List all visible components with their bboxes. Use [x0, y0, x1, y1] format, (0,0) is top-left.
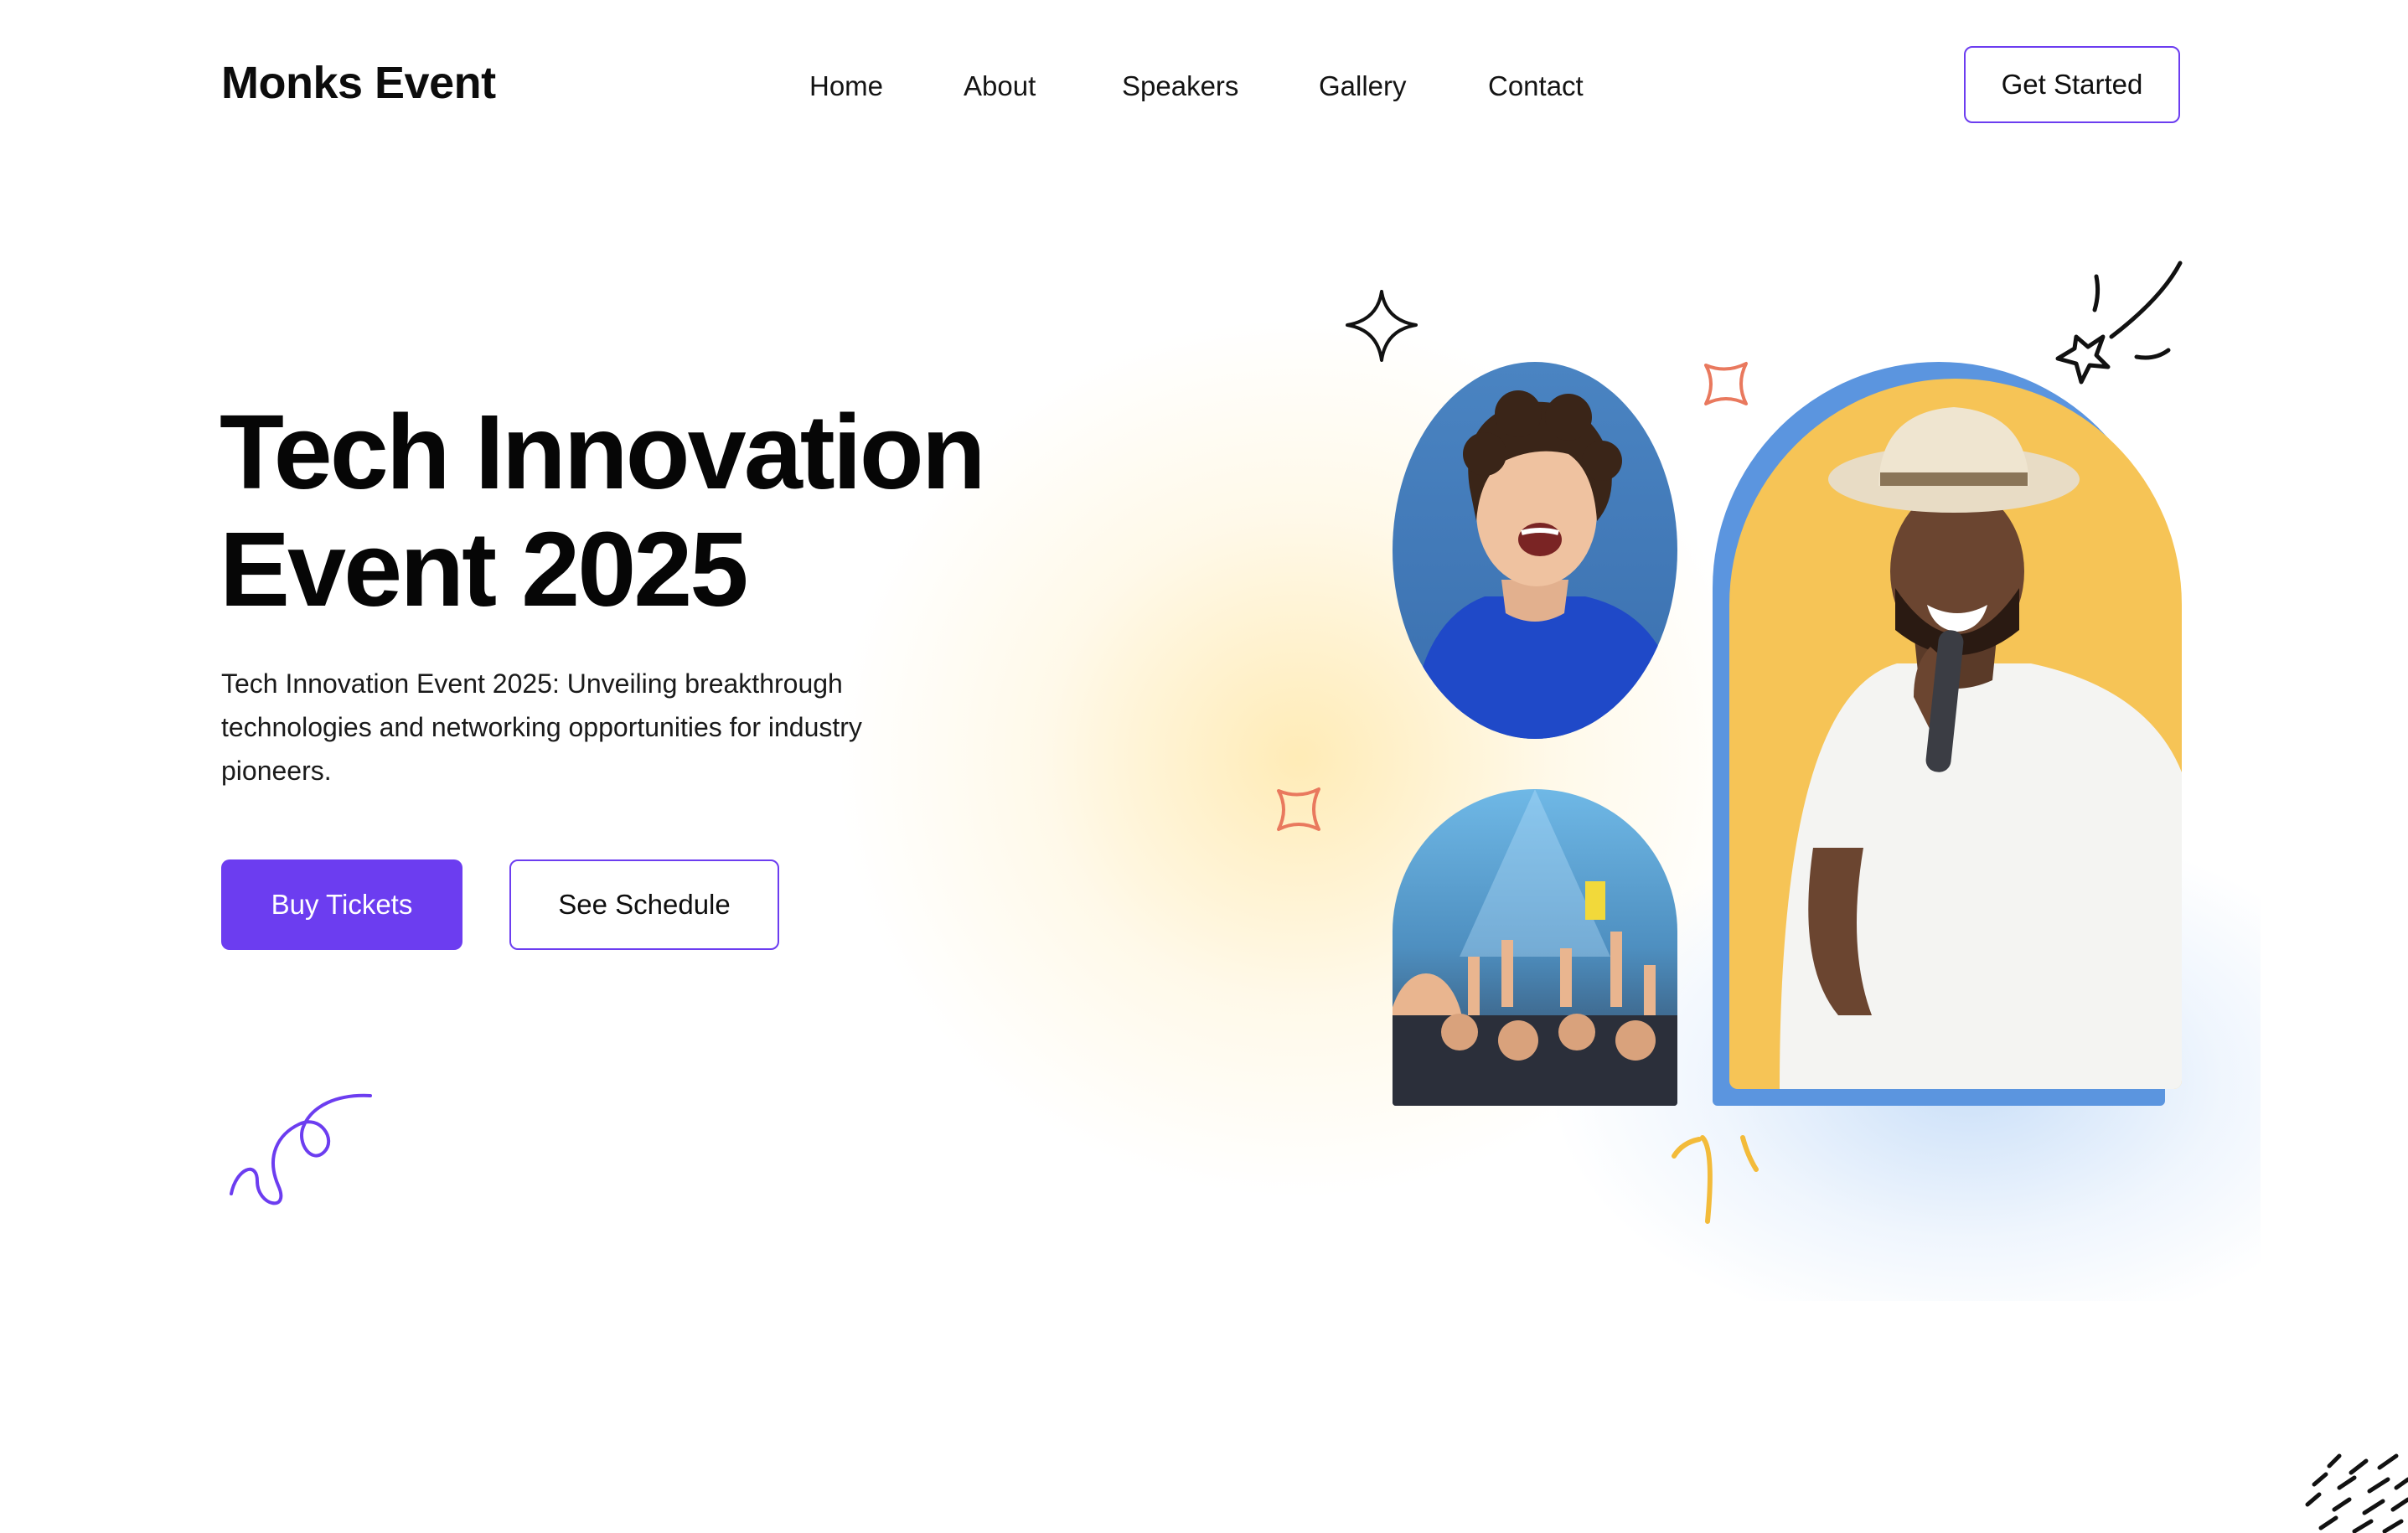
squiggle-icon [230, 1093, 372, 1205]
dash-pattern-icon [2305, 1453, 2408, 1533]
sparkle-orange-icon [1277, 787, 1320, 831]
speaker-photo-arch [1729, 379, 2182, 1089]
logo[interactable]: Monks Event [221, 57, 496, 109]
nav-home[interactable]: Home [809, 70, 883, 102]
hero-title: Tech Innovation Event 2025 [220, 393, 986, 628]
sparkle-outline-icon [1346, 290, 1418, 362]
nav-contact[interactable]: Contact [1488, 70, 1584, 102]
see-schedule-button[interactable]: See Schedule [509, 859, 779, 950]
nav-speakers[interactable]: Speakers [1122, 70, 1238, 102]
hero-description: Tech Innovation Event 2025: Unveiling br… [221, 668, 862, 786]
speaker-photo-oval [1393, 362, 1677, 739]
sparkle-orange-icon [1704, 362, 1748, 405]
burst-icon [1672, 1135, 1759, 1224]
get-started-button[interactable]: Get Started [1964, 46, 2180, 123]
nav-gallery[interactable]: Gallery [1319, 70, 1407, 102]
shooting-star-icon [2055, 261, 2183, 385]
nav-about[interactable]: About [964, 70, 1036, 102]
hero-title-line2: Event 2025 [220, 510, 748, 628]
crowd-photo-arch [1393, 789, 1677, 1106]
buy-tickets-button[interactable]: Buy Tickets [221, 859, 462, 950]
hero-title-line1: Tech Innovation [220, 393, 986, 511]
